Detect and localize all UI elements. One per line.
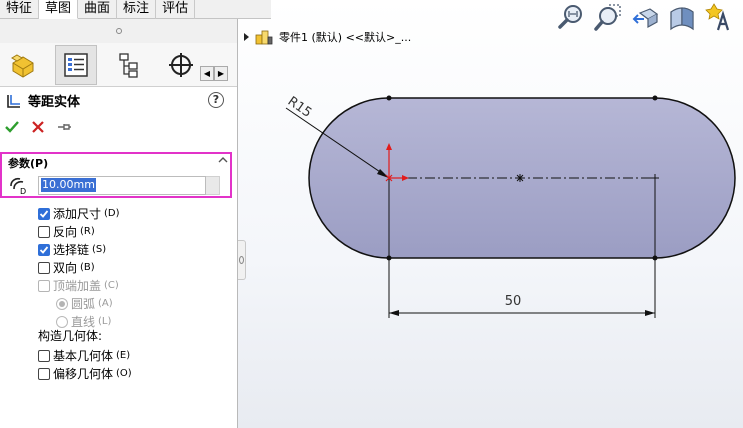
dimension-arrow-right [645, 310, 655, 316]
checkbox-box[interactable] [38, 279, 50, 292]
bidirectional-mnemonic: (B) [80, 262, 95, 273]
parameters-group: 参数(P) D 10.00mm [0, 152, 232, 198]
construction-geometry-title: 构造几何体: [38, 329, 103, 343]
select-chain-mnemonic: (S) [92, 244, 107, 255]
add-dimensions-label: 添加尺寸 [53, 207, 102, 221]
feature-manager-icon [11, 54, 34, 78]
add-dimensions-checkbox[interactable]: 添加尺寸 (D) [38, 205, 120, 222]
checkmark-icon [39, 245, 49, 254]
help-icon[interactable]: ? [208, 92, 224, 108]
tab-surfaces[interactable]: 曲面 [78, 0, 118, 19]
base-geometry-label: 基本几何体 [53, 349, 114, 363]
endpoint[interactable] [652, 95, 658, 101]
cap-ends-label: 顶端加盖 [53, 279, 102, 293]
feature-manager-tab[interactable] [2, 45, 44, 85]
select-chain-label: 选择链 [53, 243, 90, 257]
zoom-area-icon[interactable] [593, 2, 623, 34]
property-manager-title-text: 等距实体 [28, 95, 81, 110]
parameters-group-title: 参数(P) [8, 157, 49, 170]
cap-ends-mnemonic: (C) [104, 280, 119, 291]
action-buttons [4, 119, 72, 135]
bidirectional-checkbox[interactable]: 双向 (B) [38, 259, 95, 276]
collapse-chevron-icon[interactable] [218, 155, 228, 165]
tab-markup[interactable]: 标注 [117, 0, 157, 19]
radio-button[interactable] [56, 315, 68, 328]
property-manager-icon [64, 53, 88, 77]
lines-mnemonic: (L) [98, 316, 112, 327]
appearance-icon[interactable] [704, 2, 734, 34]
length-dimension-text[interactable]: 50 [505, 294, 522, 309]
checkbox-box[interactable] [38, 243, 50, 256]
arcs-mnemonic: (A) [98, 298, 113, 309]
checkbox-box[interactable] [38, 349, 50, 362]
checkmark-icon [39, 209, 49, 218]
base-geometry-checkbox[interactable]: 基本几何体 (E) [38, 347, 130, 364]
checkbox-box[interactable] [38, 367, 50, 380]
reverse-mnemonic: (R) [80, 226, 95, 237]
command-manager-tabs: 特征 草图 曲面 标注 评估 [0, 0, 271, 19]
offset-entities-icon [7, 94, 20, 108]
panel-splitter[interactable] [238, 240, 246, 280]
endpoint[interactable] [386, 95, 392, 101]
manager-tabs: ◀ ▶ [0, 43, 237, 87]
zoom-to-fit-icon[interactable] [556, 2, 586, 34]
checkbox-box[interactable] [38, 225, 50, 238]
arcs-radio[interactable]: 圆弧 (A) [56, 295, 113, 312]
add-dimensions-mnemonic: (D) [104, 208, 120, 219]
checkbox-box[interactable] [38, 207, 50, 220]
heads-up-view-toolbar [556, 2, 734, 34]
previous-view-icon[interactable] [630, 2, 660, 34]
tab-scroll-left-button[interactable]: ◀ [200, 66, 214, 81]
offset-distance-input[interactable]: 10.00mm [38, 176, 206, 195]
reverse-label: 反向 [53, 225, 78, 239]
bidirectional-label: 双向 [53, 261, 78, 275]
tab-sketch[interactable]: 草图 [39, 0, 79, 19]
crosshair-icon [169, 53, 193, 77]
property-manager-title: 等距实体 [6, 91, 80, 110]
base-geometry-mnemonic: (E) [116, 350, 131, 361]
svg-text:D: D [20, 187, 26, 196]
arcs-label: 圆弧 [71, 297, 96, 311]
offset-distance-spinner[interactable] [206, 176, 220, 195]
radio-button[interactable] [56, 297, 68, 310]
offset-distance-value: 10.00mm [41, 178, 96, 192]
configuration-manager-tab[interactable] [108, 45, 150, 85]
offset-distance-icon: D [10, 177, 26, 196]
tab-scroll-right-button[interactable]: ▶ [214, 66, 228, 81]
tab-evaluate[interactable]: 评估 [156, 0, 196, 19]
reverse-checkbox[interactable]: 反向 (R) [38, 223, 95, 240]
checkbox-box[interactable] [38, 261, 50, 274]
dimxpert-manager-tab[interactable] [160, 45, 202, 85]
cap-ends-checkbox[interactable]: 顶端加盖 (C) [38, 277, 119, 294]
property-manager-tab[interactable] [55, 45, 97, 85]
offset-geometry-mnemonic: (O) [116, 368, 132, 379]
expand-arrow-icon[interactable] [244, 33, 249, 41]
section-view-icon[interactable] [667, 2, 697, 34]
panel-grip-handle[interactable] [0, 19, 237, 43]
midpoint-marker [516, 174, 524, 182]
sketch-area[interactable]: 50 R15 [250, 70, 740, 330]
dimension-arrow-left [389, 310, 399, 316]
part-icon [255, 30, 273, 45]
offset-geometry-checkbox[interactable]: 偏移几何体 (O) [38, 365, 132, 382]
configuration-manager-icon [119, 53, 138, 78]
select-chain-checkbox[interactable]: 选择链 (S) [38, 241, 106, 258]
pushpin-icon[interactable] [56, 119, 72, 135]
part-name: 零件1 (默认) <<默认>_... [279, 31, 412, 44]
offset-geometry-label: 偏移几何体 [53, 367, 114, 381]
cancel-x-icon[interactable] [30, 119, 46, 135]
tab-features[interactable]: 特征 [0, 0, 40, 19]
feature-tree-flyout[interactable]: 零件1 (默认) <<默认>_... [244, 29, 411, 45]
ok-check-icon[interactable] [4, 119, 20, 135]
